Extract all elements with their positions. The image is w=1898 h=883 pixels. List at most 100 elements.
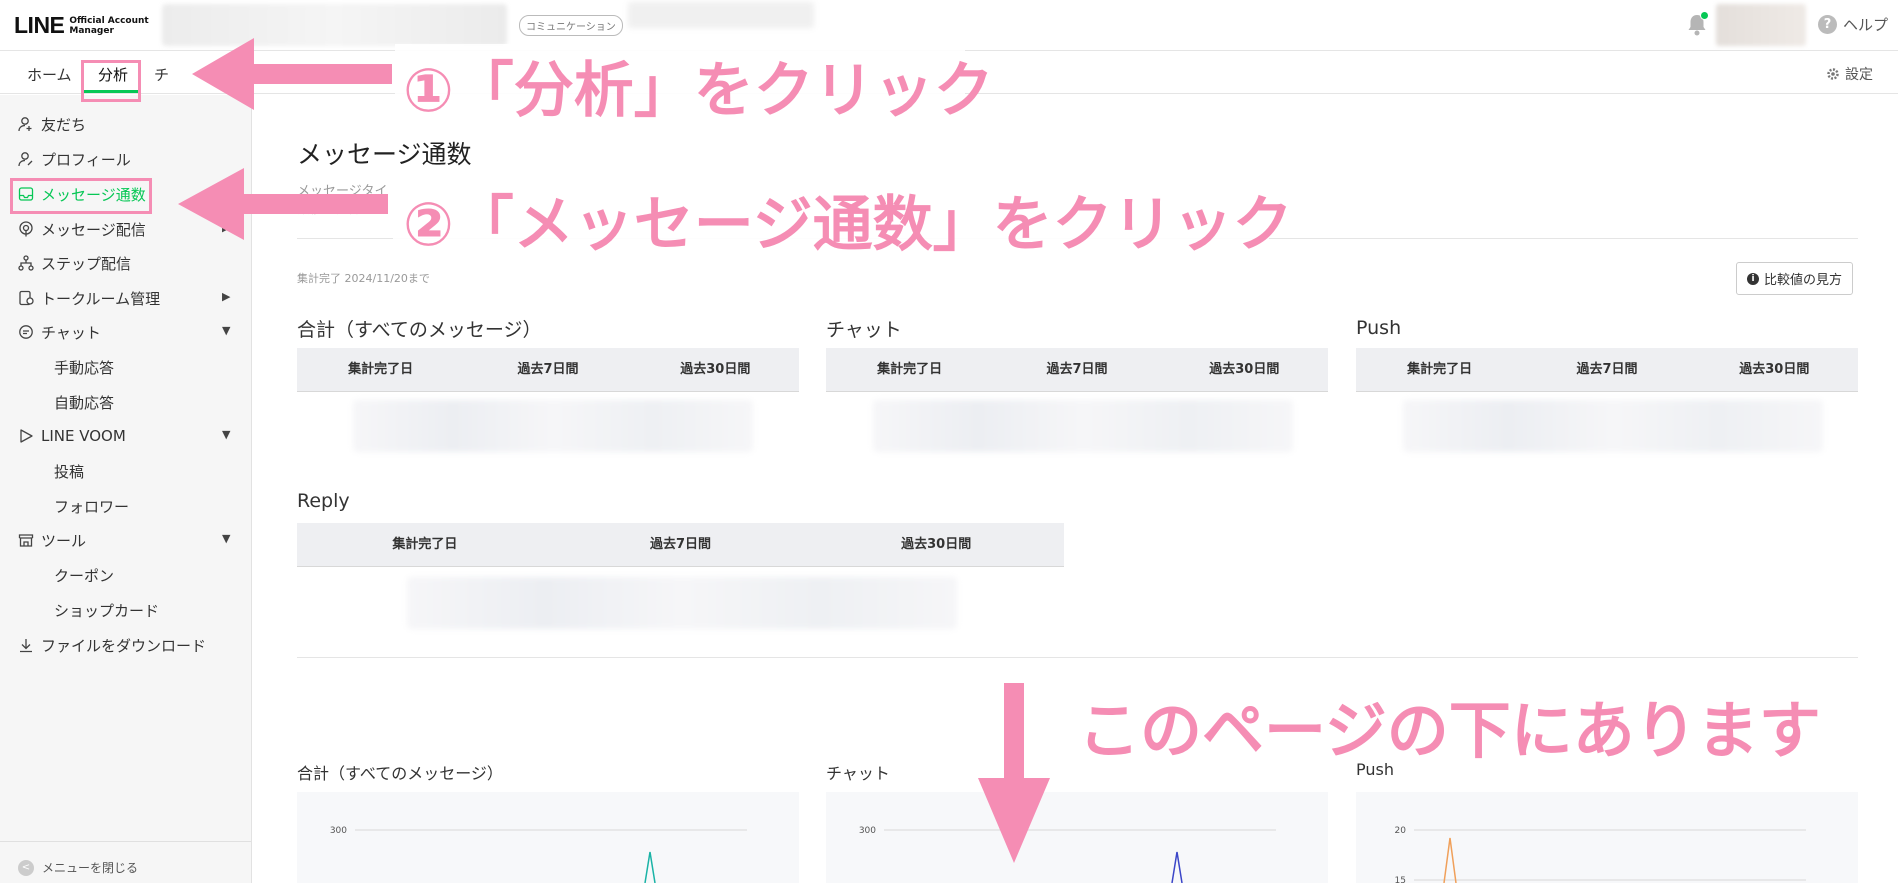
column-header: 過去30日間 [680, 362, 751, 377]
column-header: 過去7日間 [1576, 362, 1638, 377]
section-title-push: Push [1356, 317, 1402, 339]
section-title-reply: Reply [297, 490, 350, 512]
column-header: 集計完了日 [348, 362, 414, 377]
info-icon: i [1747, 272, 1759, 285]
column-header: 過去7日間 [1046, 362, 1108, 377]
compare-guide-button[interactable]: i 比較値の見方 [1736, 262, 1854, 295]
sidebar-item-label: プロフィール [41, 150, 131, 169]
close-menu-button[interactable]: < メニューを閉じる [18, 859, 138, 876]
settings-link[interactable]: 設定 [1826, 64, 1873, 84]
y-tick-label: 300 [330, 826, 347, 836]
logo-subtitle-line1: Official Account [69, 15, 149, 26]
notification-dot [1700, 11, 1709, 20]
chart-chat: 300 [826, 792, 1328, 883]
page-title: メッセージ通数 [297, 140, 472, 169]
chart-total: 300 [297, 792, 799, 883]
caret-down-icon[interactable]: ▼ [222, 532, 230, 545]
sidebar-item-label: トークルーム管理 [41, 289, 161, 308]
sidebar-item-broadcast[interactable]: メッセージ配信 [18, 218, 146, 240]
sidebar-item-auto-reply[interactable]: 自動応答 [54, 391, 114, 413]
caret-down-icon[interactable]: ▼ [222, 324, 230, 337]
tab-home[interactable]: ホーム [27, 64, 72, 85]
chatroom-icon [19, 290, 34, 306]
download-icon [20, 639, 32, 653]
series-line [1171, 851, 1183, 883]
sidebar-item-coupon[interactable]: クーポン [54, 564, 114, 586]
sidebar-item-label: ステップ配信 [41, 254, 132, 273]
caret-down-icon[interactable]: ▼ [222, 428, 230, 441]
annotation-step1: ①「分析」をクリック [403, 56, 994, 126]
column-header: 過去7日間 [517, 362, 579, 377]
chat-icon [19, 325, 33, 339]
settings-label: 設定 [1845, 67, 1873, 83]
arrow-down-icon [978, 683, 1050, 863]
caret-right-icon[interactable]: ▶ [222, 290, 230, 303]
sidebar-item-step-delivery[interactable]: ステップ配信 [18, 252, 131, 274]
section-title-chat: チャット [826, 319, 902, 341]
section-title-total: 合計（すべてのメッセージ） [297, 319, 542, 341]
tab-chat[interactable]: チ [154, 64, 169, 85]
sidebar-item-chat[interactable]: チャット [18, 321, 101, 343]
logo-subtitle-line2: Manager [69, 25, 114, 36]
sidebar-item-posts[interactable]: 投稿 [54, 460, 84, 482]
logo-wordmark: LINE [14, 12, 65, 38]
sidebar-item-label: 自動応答 [54, 393, 115, 412]
sidebar-item-friends[interactable]: 友だち [18, 113, 86, 135]
stats-header-chat: 集計完了日 過去7日間 過去30日間 [826, 348, 1328, 392]
voom-icon [20, 429, 33, 443]
column-header: 過去7日間 [649, 537, 712, 552]
sidebar-item-manual-reply[interactable]: 手動応答 [54, 356, 114, 378]
y-tick-label: 15 [1395, 876, 1406, 883]
help-icon: ? [1818, 15, 1837, 34]
y-tick-label: 20 [1395, 826, 1407, 836]
sitemap-icon [18, 255, 34, 271]
sidebar-item-label: チャット [41, 323, 101, 342]
sidebar-divider [0, 841, 251, 842]
column-header: 集計完了日 [877, 362, 943, 377]
compare-guide-label: 比較値の見方 [1764, 273, 1843, 288]
sidebar-item-label: 手動応答 [54, 358, 115, 377]
annotation-step2: ②「メッセージ通数」をクリック [403, 190, 1293, 260]
sidebar-item-tools[interactable]: ツール [18, 529, 86, 551]
sidebar-item-label: ツール [41, 531, 87, 550]
sidebar-item-download[interactable]: ファイルをダウンロード [18, 634, 206, 656]
arrow-left-icon [178, 168, 388, 240]
sidebar-item-shopcard[interactable]: ショップカード [54, 599, 159, 621]
column-header: 過去30日間 [901, 537, 972, 552]
sidebar-item-label: ファイルをダウンロード [41, 636, 207, 655]
chart-title-chat: チャット [826, 764, 890, 783]
chart-push: 20 15 [1356, 792, 1858, 883]
profile-icon [18, 152, 33, 167]
highlight-analytics-tab [81, 60, 141, 102]
stats-header-total: 集計完了日 過去7日間 過去30日間 [297, 348, 799, 392]
stats-values-blurred [353, 400, 753, 452]
sidebar-item-profile[interactable]: プロフィール [18, 148, 131, 170]
divider [297, 657, 1858, 658]
sidebar-item-line-voom[interactable]: LINE VOOM [18, 425, 126, 447]
column-header: 集計完了日 [392, 537, 458, 552]
stats-values-blurred [873, 400, 1293, 452]
sidebar-item-followers[interactable]: フォロワー [54, 495, 129, 517]
broadcast-icon [19, 221, 33, 237]
y-tick-label: 300 [859, 826, 876, 836]
column-header: 過去30日間 [1209, 362, 1280, 377]
highlight-message-count [10, 178, 152, 214]
line-oa-logo[interactable]: LINE Official Account Manager [14, 12, 149, 39]
logo-subtitle: Official Account Manager [69, 16, 148, 36]
stats-header-reply: 集計完了日 過去7日間 過去30日間 [297, 523, 1064, 567]
chevron-left-icon: < [18, 859, 34, 876]
help-link[interactable]: ? ヘルプ [1818, 14, 1888, 35]
series-line [644, 851, 656, 883]
series-line [1443, 837, 1457, 883]
account-info-blurred [628, 2, 814, 28]
user-avatar-blurred[interactable] [1716, 4, 1806, 46]
account-plan-badge: コミュニケーション [519, 15, 623, 36]
arrow-left-icon [192, 38, 392, 110]
store-icon [18, 534, 34, 547]
sidebar-item-chatroom[interactable]: トークルーム管理 [18, 287, 160, 309]
sidebar-item-label: ショップカード [54, 601, 160, 620]
sidebar-item-label: クーポン [54, 566, 115, 585]
stats-values-blurred [407, 577, 957, 629]
sidebar-item-label: 友だち [41, 115, 87, 134]
column-header: 集計完了日 [1407, 362, 1473, 377]
